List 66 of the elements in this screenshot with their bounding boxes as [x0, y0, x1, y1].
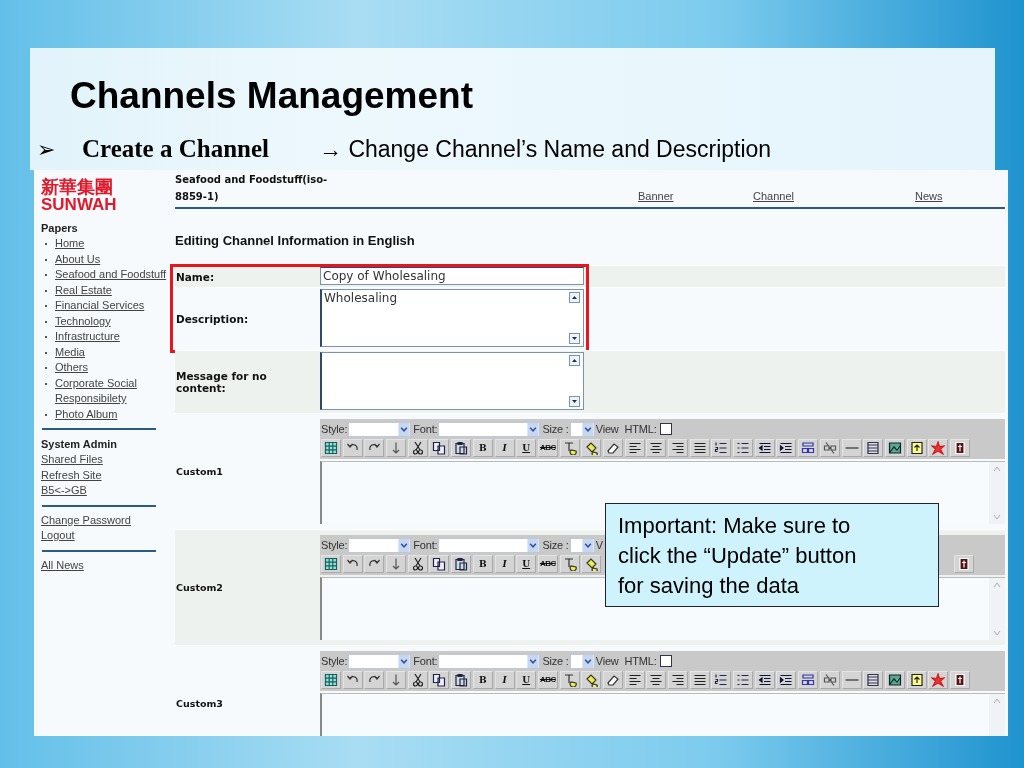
- bullet-note: → Change Channel’s Name and Description: [319, 136, 772, 163]
- bold-button[interactable]: B: [472, 554, 493, 573]
- style-label: Style:: [321, 423, 348, 435]
- size-label: Size :: [542, 539, 569, 551]
- html-label: HTML:: [624, 655, 657, 667]
- bullet-text: Create a Channel: [82, 135, 271, 163]
- sidebar-link[interactable]: Refresh Site: [41, 467, 102, 483]
- nav-link[interactable]: Channel: [753, 190, 915, 202]
- section-heading: Editing Channel Information in English: [175, 233, 416, 249]
- sidebar-link[interactable]: Home: [55, 236, 85, 252]
- html-label: HTML:: [624, 423, 657, 435]
- field-label: Message for no content:: [175, 370, 268, 394]
- nav-link[interactable]: News: [915, 190, 1005, 202]
- italic-button[interactable]: I: [494, 554, 515, 573]
- name-input[interactable]: Copy of Wholesaling: [320, 267, 584, 285]
- bullet-marker: ➢: [37, 137, 57, 162]
- sidebar-link[interactable]: Infrastructure: [55, 329, 120, 345]
- sidebar-link[interactable]: Logout: [41, 528, 75, 544]
- size-label: Size :: [542, 655, 569, 667]
- underline-button[interactable]: U: [516, 438, 537, 457]
- sidebar-link[interactable]: All News: [41, 557, 84, 573]
- field-label: Name:: [175, 270, 216, 283]
- font-label: Font:: [413, 423, 438, 435]
- field-label: Custom2: [175, 582, 224, 593]
- field-label: Custom1: [175, 466, 224, 477]
- field-label: Description:: [175, 313, 250, 325]
- strikethrough-button[interactable]: ABC: [537, 670, 558, 689]
- underline-button[interactable]: U: [516, 554, 537, 573]
- sidebar-link[interactable]: Media: [55, 344, 85, 360]
- sidebar-link[interactable]: Photo Album: [55, 406, 118, 422]
- logo-wordmark: SUNWAH: [41, 196, 118, 214]
- sidebar-link[interactable]: Financial Services: [55, 298, 145, 314]
- underline-button[interactable]: U: [516, 670, 537, 689]
- font-label: Font:: [413, 655, 438, 667]
- sidebar-link[interactable]: About Us: [55, 251, 101, 267]
- logo-chinese: 新華集團: [41, 177, 114, 196]
- italic-button[interactable]: I: [494, 670, 515, 689]
- font-label: Font:: [413, 539, 438, 551]
- style-label: Style:: [321, 655, 348, 667]
- bold-button[interactable]: B: [472, 438, 493, 457]
- style-label: Style:: [321, 539, 348, 551]
- view-label: View: [595, 655, 619, 667]
- strikethrough-button[interactable]: ABC: [537, 554, 558, 573]
- sidebar-link[interactable]: B5<->GB: [41, 483, 87, 499]
- strikethrough-button[interactable]: ABC: [537, 438, 558, 457]
- italic-button[interactable]: I: [494, 438, 515, 457]
- slide-title: Channels Management: [70, 74, 474, 118]
- sidebar-link[interactable]: Technology: [55, 313, 111, 329]
- nav-link[interactable]: Banner: [638, 190, 753, 202]
- sidebar-heading: Papers: [41, 221, 79, 236]
- sidebar-link[interactable]: Seafood and Foodstuff: [55, 267, 167, 283]
- sidebar-heading: System Admin: [41, 437, 118, 452]
- field-label: Custom3: [175, 698, 224, 709]
- text-area-value: Wholesaling: [324, 291, 398, 305]
- sidebar-link[interactable]: Change Password: [41, 512, 131, 528]
- view-label: View: [595, 423, 619, 435]
- view-label: V: [595, 539, 603, 551]
- callout-tooltip: Important: Make sure to click the “Update” button for saving the data: [605, 503, 939, 607]
- size-label: Size :: [542, 423, 569, 435]
- page-title: Seafood and Foodstuff(iso- 8859-1): [175, 173, 329, 204]
- bold-button[interactable]: B: [472, 670, 493, 689]
- sidebar-link[interactable]: Others: [55, 360, 88, 376]
- sidebar-link[interactable]: Corporate Social Responsibilety: [55, 375, 167, 407]
- sidebar-link[interactable]: Shared Files: [41, 452, 103, 468]
- text-area[interactable]: Wholesaling: [320, 289, 584, 347]
- sidebar-link[interactable]: Real Estate: [55, 282, 112, 298]
